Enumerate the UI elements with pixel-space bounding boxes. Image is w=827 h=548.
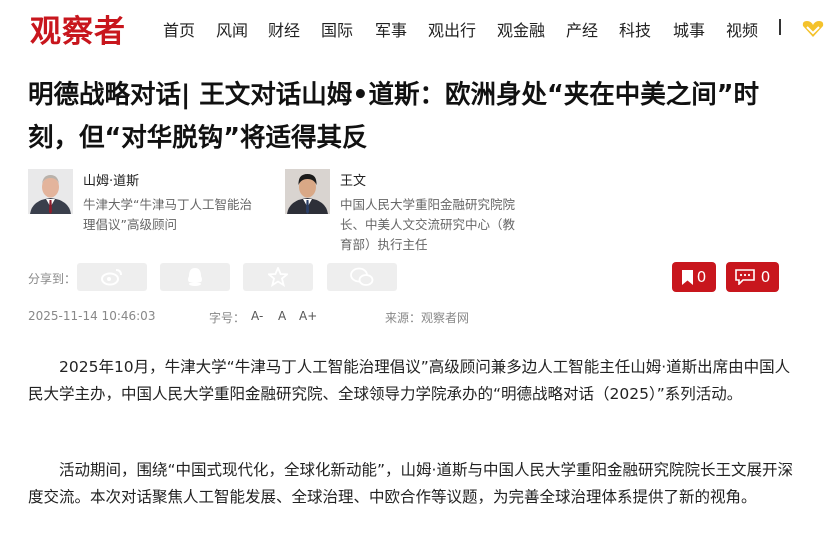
top-nav: 观察者 首页 风闻 财经 国际 军事 观出行 观金融 产经 科技 城事 视频 — [0, 0, 827, 56]
person-photo-icon — [28, 169, 73, 214]
bookmark-icon — [681, 269, 693, 285]
person-photo-icon — [285, 169, 330, 214]
nav-item-military[interactable]: 军事 — [375, 17, 407, 41]
font-size-default-button[interactable]: A — [278, 309, 286, 323]
wechat-icon — [350, 267, 374, 286]
nav-item-tech[interactable]: 科技 — [619, 17, 651, 41]
star-icon — [268, 267, 288, 287]
share-wechat-button[interactable] — [327, 263, 397, 291]
comment-count: 0 — [760, 268, 771, 286]
nav-item-industry[interactable]: 产经 — [566, 17, 598, 41]
nav-item-fengwen[interactable]: 风闻 — [216, 17, 248, 41]
font-size-increase-button[interactable]: A+ — [299, 309, 317, 323]
author-description: 牛津大学“牛津马丁人工智能治理倡议”高级顾问 — [83, 197, 252, 232]
avatar-wang-wen[interactable] — [285, 169, 330, 214]
nav-item-finance[interactable]: 财经 — [268, 17, 300, 41]
article-title: 明德战略对话| 王文对话山姆•道斯：欧洲身处“夹在中美之间”时刻，但“对华脱钩”… — [28, 80, 760, 153]
avatar-sam-dawes[interactable] — [28, 169, 73, 214]
share-weibo-button[interactable] — [77, 263, 147, 291]
article-source: 来源：观察者网 — [385, 311, 470, 325]
share-favorite-button[interactable] — [243, 263, 313, 291]
share-qq-button[interactable] — [160, 263, 230, 291]
nav-item-home[interactable]: 首页 — [163, 17, 195, 41]
site-logo[interactable]: 观察者 — [30, 6, 126, 51]
nav-divider — [779, 19, 781, 35]
nav-item-international[interactable]: 国际 — [321, 17, 353, 41]
gold-heart-icon[interactable] — [802, 20, 824, 38]
bookmark-count: 0 — [696, 268, 707, 286]
comment-button[interactable]: 0 — [726, 262, 779, 292]
article-paragraph: 2025年10月，牛津大学“牛津马丁人工智能治理倡议”高级顾问兼多边人工智能主任… — [28, 358, 791, 403]
share-label: 分享到： — [28, 272, 77, 286]
nav-item-video[interactable]: 视频 — [726, 17, 758, 41]
author-description: 中国人民大学重阳金融研究院院长、中美人文交流研究中心（教育部）执行主任 — [340, 197, 516, 252]
comment-icon — [734, 269, 755, 285]
author-name[interactable]: 山姆·道斯 — [83, 170, 139, 189]
author-name[interactable]: 王文 — [340, 170, 366, 189]
publish-date: 2025-11-14 10:46:03 — [28, 309, 156, 323]
font-size-decrease-button[interactable]: A- — [251, 309, 263, 323]
bookmark-button[interactable]: 0 — [672, 262, 716, 292]
weibo-icon — [101, 269, 122, 286]
article-paragraph: 活动期间，围绕“中国式现代化，全球化新动能”，山姆·道斯与中国人民大学重阳金融研… — [28, 461, 793, 506]
nav-item-guanjinrong[interactable]: 观金融 — [497, 17, 545, 41]
nav-item-travel[interactable]: 观出行 — [428, 17, 476, 41]
qq-icon — [188, 268, 202, 286]
font-size-label: 字号： — [209, 311, 246, 325]
nav-item-city[interactable]: 城事 — [673, 17, 705, 41]
